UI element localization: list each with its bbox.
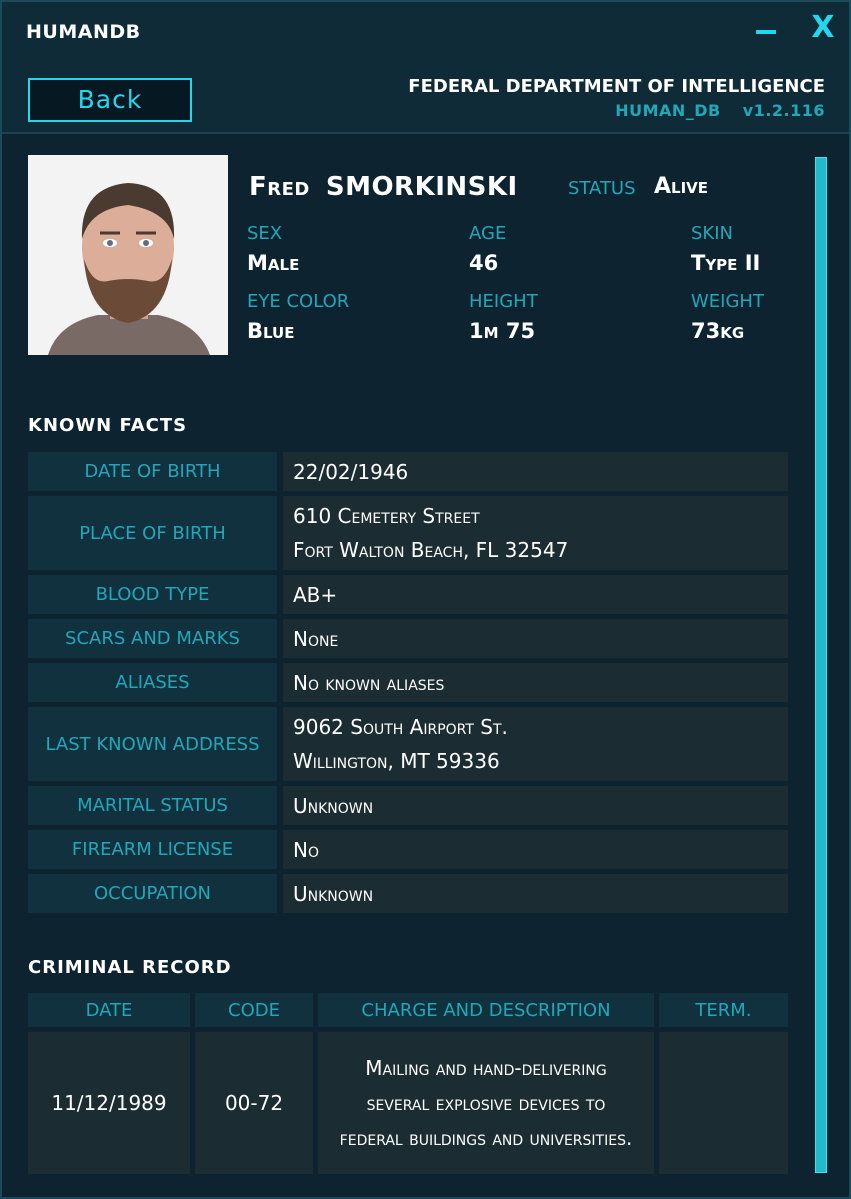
fact-row-place-of-birth: PLACE OF BIRTH 610 Cemetery Street Fort W… xyxy=(28,496,788,570)
fact-value-line: 9062 South Airport St. xyxy=(293,715,508,739)
status-label: STATUS xyxy=(568,178,636,199)
eye-color-label: EYE COLOR xyxy=(247,291,350,312)
criminal-record-header: DATE CODE CHARGE AND DESCRIPTION TERM. xyxy=(28,993,788,1027)
fact-label: LAST KNOWN ADDRESS xyxy=(28,707,277,781)
title-bar: HUMANDB X xyxy=(2,2,849,60)
fact-value-line: Willington, MT 59336 xyxy=(293,749,500,773)
record-term xyxy=(659,1032,788,1174)
fact-label: FIREARM LICENSE xyxy=(28,830,277,869)
db-version: v1.2.116 xyxy=(742,101,825,120)
age-value: 46 xyxy=(469,251,499,275)
person-name: Fred SMORKINSKI xyxy=(249,172,518,202)
fact-row-scars-and-marks: SCARS AND MARKS None xyxy=(28,619,788,658)
profile-photo xyxy=(28,155,228,355)
first-name: Fred xyxy=(249,172,310,202)
record-date: 11/12/1989 xyxy=(28,1032,190,1174)
fact-value: Unknown xyxy=(283,874,788,913)
known-facts-table: DATE OF BIRTH 22/02/1946 PLACE OF BIRTH … xyxy=(28,452,788,918)
fact-value-line: Unknown xyxy=(293,793,374,818)
column-header-description: CHARGE AND DESCRIPTION xyxy=(318,993,654,1027)
fact-value-line: No xyxy=(293,837,319,862)
last-name: SMORKINSKI xyxy=(325,172,518,202)
column-header-date: DATE xyxy=(28,993,190,1027)
fact-value: 610 Cemetery Street Fort Walton Beach, FL… xyxy=(283,496,788,570)
fact-label: BLOOD TYPE xyxy=(28,575,277,614)
back-button[interactable]: Back xyxy=(28,78,192,122)
db-info: HUMAN_DB v1.2.116 xyxy=(615,101,825,120)
fact-value-line: No known aliases xyxy=(293,670,445,695)
agency-title: FEDERAL DEPARTMENT OF INTELLIGENCE xyxy=(408,76,825,97)
fact-row-occupation: OCCUPATION Unknown xyxy=(28,874,788,913)
fact-value-line: 22/02/1946 xyxy=(293,459,409,484)
fact-row-aliases: ALIASES No known aliases xyxy=(28,663,788,702)
known-facts-title: KNOWN FACTS xyxy=(28,415,188,436)
vertical-scrollbar[interactable] xyxy=(815,157,827,1173)
fact-label: MARITAL STATUS xyxy=(28,786,277,825)
column-header-code: CODE xyxy=(195,993,313,1027)
age-label: AGE xyxy=(469,223,507,244)
fact-value-line: Fort Walton Beach, FL 32547 xyxy=(293,538,569,562)
record-description: Mailing and hand-delivering several expl… xyxy=(318,1032,654,1174)
humandb-window: HUMANDB X Back FEDERAL DEPARTMENT OF INT… xyxy=(0,0,851,1199)
sex-label: SEX xyxy=(247,223,283,244)
fact-value: Unknown xyxy=(283,786,788,825)
column-header-term: TERM. xyxy=(659,993,788,1027)
fact-label: DATE OF BIRTH xyxy=(28,452,277,491)
fact-row-blood-type: BLOOD TYPE AB+ xyxy=(28,575,788,614)
fact-label: ALIASES xyxy=(28,663,277,702)
eye-color-value: Blue xyxy=(247,319,295,343)
app-title: HUMANDB xyxy=(26,21,141,43)
fact-value: No xyxy=(283,830,788,869)
sex-value: Male xyxy=(247,251,300,275)
fact-value-line: 610 Cemetery Street xyxy=(293,504,480,528)
skin-label: SKIN xyxy=(691,223,734,244)
minimize-icon[interactable] xyxy=(756,30,776,34)
height-value: 1m 75 xyxy=(469,319,536,343)
fact-label: PLACE OF BIRTH xyxy=(28,496,277,570)
fact-value-line: AB+ xyxy=(293,582,338,607)
skin-value: Type II xyxy=(691,251,761,275)
fact-value: AB+ xyxy=(283,575,788,614)
fact-value: None xyxy=(283,619,788,658)
table-row: 11/12/1989 00-72 Mailing and hand-delive… xyxy=(28,1032,788,1174)
fact-value-line: Unknown xyxy=(293,881,374,906)
fact-label: OCCUPATION xyxy=(28,874,277,913)
weight-label: WEIGHT xyxy=(691,291,764,312)
fact-value-line: None xyxy=(293,626,339,651)
fact-row-last-known-address: LAST KNOWN ADDRESS 9062 South Airport St… xyxy=(28,707,788,781)
criminal-record-title: CRIMINAL RECORD xyxy=(28,957,232,978)
status-value: Alive xyxy=(654,174,709,199)
fact-row-marital-status: MARITAL STATUS Unknown xyxy=(28,786,788,825)
db-name: HUMAN_DB xyxy=(615,101,721,120)
fact-value: No known aliases xyxy=(283,663,788,702)
record-code: 00-72 xyxy=(195,1032,313,1174)
header-bar: Back FEDERAL DEPARTMENT OF INTELLIGENCE … xyxy=(2,60,849,134)
weight-value: 73kg xyxy=(691,319,745,343)
fact-value: 9062 South Airport St. Willington, MT 593… xyxy=(283,707,788,781)
fact-row-firearm-license: FIREARM LICENSE No xyxy=(28,830,788,869)
height-label: HEIGHT xyxy=(469,291,538,312)
fact-label: SCARS AND MARKS xyxy=(28,619,277,658)
close-icon[interactable]: X xyxy=(808,10,838,46)
fact-value: 22/02/1946 xyxy=(283,452,788,491)
fact-row-date-of-birth: DATE OF BIRTH 22/02/1946 xyxy=(28,452,788,491)
